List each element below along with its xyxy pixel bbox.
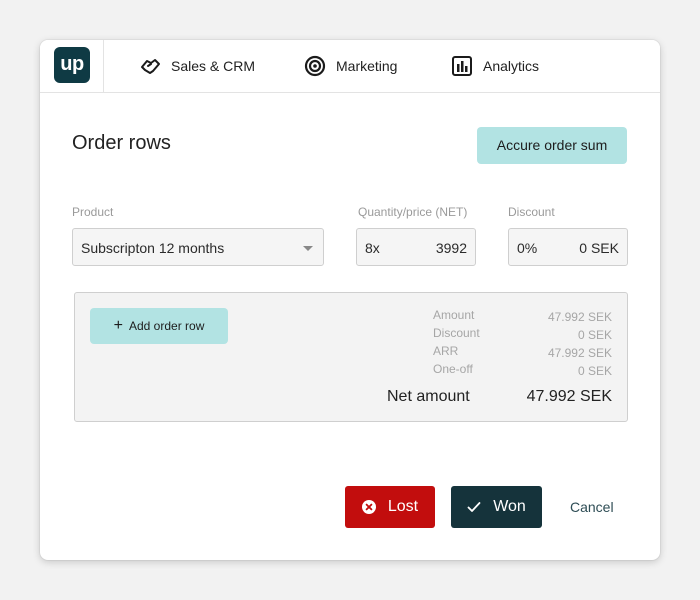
nav-item-label: Sales & CRM (171, 58, 256, 74)
target-icon (304, 55, 326, 77)
close-circle-icon (361, 500, 376, 514)
app-logo[interactable]: up (54, 47, 90, 83)
product-value: Subscripton 12 months (81, 240, 225, 256)
accure-order-sum-button[interactable]: Accure order sum (477, 127, 627, 164)
discount-percent: 0% (517, 240, 538, 256)
net-amount-label: Net amount (387, 388, 470, 405)
nav-item-label: Marketing (336, 58, 398, 74)
handshake-icon (141, 59, 160, 74)
won-button[interactable]: Won (451, 486, 542, 528)
nav-item-sales-crm[interactable]: Sales & CRM (139, 40, 255, 92)
logo-cell: up (40, 40, 104, 92)
quantity-value: 8x (365, 240, 380, 256)
product-select[interactable]: Subscripton 12 months (72, 228, 324, 266)
cancel-link[interactable]: Cancel (570, 499, 614, 515)
summary-label-arr: ARR (433, 344, 459, 358)
discount-amount: 0 SEK (579, 240, 619, 256)
nav-item-label: Analytics (483, 58, 540, 74)
order-summary-panel: + Add order row Amount 47.992 SEK Discou… (74, 292, 628, 422)
nav-item-marketing[interactable]: Marketing (304, 40, 397, 92)
lost-label: Lost (387, 498, 419, 515)
page-title: Order rows (72, 132, 171, 154)
summary-value-arr: 47.992 SEK (547, 346, 612, 360)
add-order-row-button[interactable]: + Add order row (90, 308, 228, 344)
net-amount-value: 47.992 SEK (526, 388, 612, 405)
summary-value-amount: 47.992 SEK (547, 310, 612, 324)
nav-item-analytics[interactable]: Analytics (451, 40, 539, 92)
add-order-row-label: Add order row (128, 319, 205, 333)
summary-label-one-off: One-off (433, 362, 473, 376)
lost-button[interactable]: Lost (345, 486, 435, 528)
summary-label-amount: Amount (433, 308, 475, 322)
check-icon (467, 501, 481, 513)
summary-label-discount: Discount (433, 326, 480, 340)
quantity-price-label: Quantity/price (NET) (358, 205, 468, 219)
discount-label: Discount (508, 205, 555, 219)
price-value: 3992 (435, 240, 467, 256)
plus-icon: + (113, 317, 123, 334)
summary-value-discount: 0 SEK (577, 328, 612, 342)
order-rows-dialog: up Sales & CRM Marketing Analytics Order… (40, 40, 660, 560)
chevron-down-icon (303, 246, 313, 251)
quantity-price-field[interactable]: 8x 3992 (356, 228, 476, 266)
top-nav: up Sales & CRM Marketing Analytics (40, 40, 660, 93)
won-label: Won (493, 498, 526, 515)
discount-field[interactable]: 0% 0 SEK (508, 228, 628, 266)
bar-chart-icon (452, 56, 472, 76)
summary-value-one-off: 0 SEK (577, 364, 612, 378)
product-label: Product (72, 205, 114, 219)
